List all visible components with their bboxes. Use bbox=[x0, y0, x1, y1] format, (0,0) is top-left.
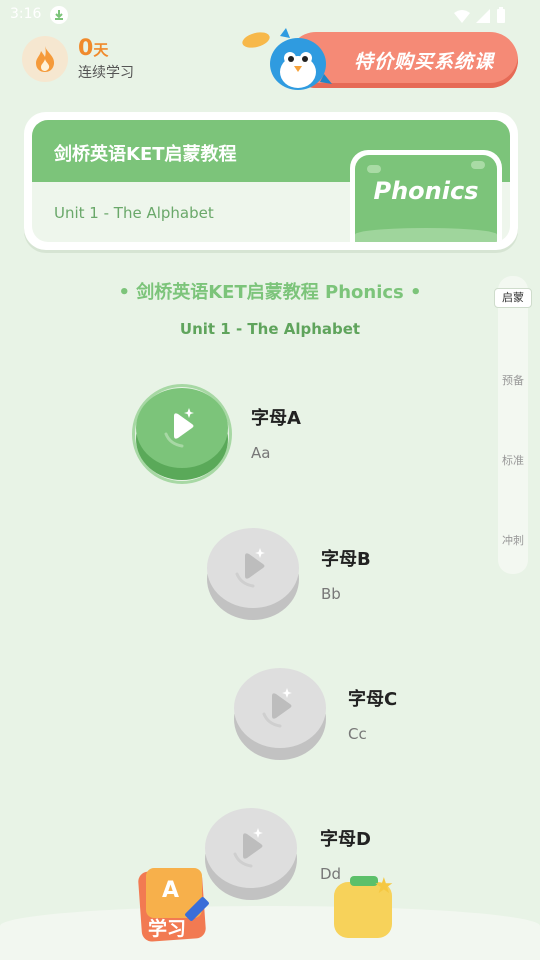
signal-icon bbox=[476, 8, 490, 27]
download-icon bbox=[50, 6, 68, 24]
phonics-badge: Phonics bbox=[350, 150, 502, 242]
lesson-button-c[interactable] bbox=[234, 668, 326, 760]
play-icon bbox=[262, 688, 292, 728]
section-subtitle: Unit 1 - The Alphabet bbox=[179, 320, 361, 338]
nav-bag-tab[interactable]: ★ bbox=[330, 872, 400, 942]
play-icon bbox=[235, 548, 265, 588]
lesson-title-b: 字母B bbox=[321, 549, 371, 570]
level-rail: 启蒙 预备 标准 冲刺 bbox=[494, 276, 532, 574]
level-item-sprint[interactable]: 冲刺 bbox=[498, 532, 528, 548]
streak-label: 连续学习 bbox=[78, 65, 134, 81]
course-card[interactable]: 剑桥英语KET启蒙教程 Unit 1 - The Alphabet Phonic… bbox=[24, 112, 518, 250]
level-item-standard[interactable]: 标准 bbox=[498, 452, 528, 468]
lesson-button-a[interactable] bbox=[132, 384, 232, 484]
play-icon bbox=[164, 408, 194, 448]
lesson-button-b[interactable] bbox=[207, 528, 299, 620]
streak-unit: 天 bbox=[93, 41, 109, 59]
bird-mascot-icon bbox=[240, 26, 332, 92]
nav-study-label: 学习 bbox=[148, 918, 187, 940]
lesson-title-c: 字母C bbox=[348, 689, 398, 710]
lesson-sub-a: Aa bbox=[251, 444, 271, 462]
lesson-button-d[interactable] bbox=[205, 808, 297, 900]
buy-course-label: 特价购买系统课 bbox=[353, 51, 494, 73]
status-time: 3:16 bbox=[10, 6, 42, 22]
lesson-title-d: 字母D bbox=[320, 829, 371, 850]
streak-count: 0 bbox=[78, 36, 94, 61]
lesson-title-a: 字母A bbox=[251, 408, 301, 429]
wifi-icon bbox=[454, 8, 470, 27]
lesson-sub-c: Cc bbox=[348, 725, 367, 743]
level-item-active[interactable]: 启蒙 bbox=[494, 288, 532, 308]
battery-icon bbox=[496, 7, 506, 27]
nav-study-tab[interactable]: A 学习 bbox=[136, 866, 216, 946]
flame-icon bbox=[22, 36, 68, 82]
streak-widget[interactable]: 0天 连续学习 bbox=[22, 36, 134, 82]
course-title: 剑桥英语KET启蒙教程 bbox=[54, 144, 237, 165]
bottom-nav bbox=[0, 906, 540, 960]
level-item-prep[interactable]: 预备 bbox=[498, 372, 528, 388]
play-icon bbox=[233, 828, 263, 868]
course-unit: Unit 1 - The Alphabet bbox=[54, 204, 214, 222]
phonics-label: Phonics bbox=[373, 177, 479, 205]
star-icon: ★ bbox=[374, 874, 394, 899]
section-title: • 剑桥英语KET启蒙教程 Phonics • bbox=[118, 282, 422, 303]
nav-study-letter: A bbox=[162, 878, 180, 903]
lesson-sub-b: Bb bbox=[321, 585, 341, 603]
